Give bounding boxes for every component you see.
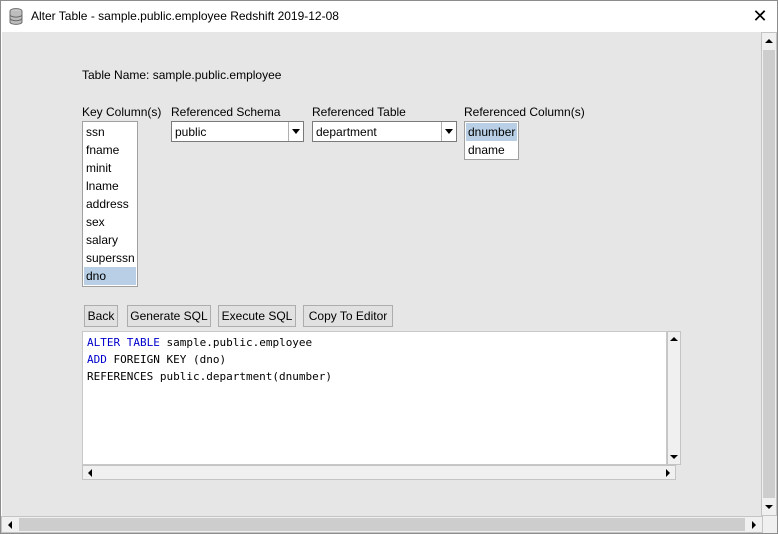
scroll-right-icon[interactable]	[746, 517, 762, 532]
referenced-table-label: Referenced Table	[312, 105, 406, 119]
referenced-columns-label: Referenced Column(s)	[464, 105, 585, 119]
scroll-up-icon[interactable]	[762, 33, 776, 49]
close-button[interactable]: ✕	[743, 1, 777, 32]
list-item[interactable]: fname	[84, 141, 136, 159]
list-item-selected[interactable]: dno	[84, 267, 136, 285]
alter-table-window: Alter Table - sample.public.employee Red…	[0, 0, 778, 534]
sql-line: ALTER TABLE sample.public.employee	[87, 334, 312, 351]
referenced-table-dropdown[interactable]: department	[312, 121, 457, 142]
list-item[interactable]: superssn	[84, 249, 136, 267]
window-vertical-scrollbar[interactable]	[761, 32, 777, 516]
dialog-content: Table Name: sample.public.employee Key C…	[2, 32, 762, 517]
window-title: Alter Table - sample.public.employee Red…	[31, 9, 339, 23]
sql-line: ADD FOREIGN KEY (dno)	[87, 351, 226, 368]
referenced-schema-dropdown[interactable]: public	[171, 121, 304, 142]
execute-sql-button[interactable]: Execute SQL	[218, 305, 296, 327]
scroll-left-icon[interactable]	[2, 517, 18, 532]
sql-line: REFERENCES public.department(dnumber)	[87, 370, 333, 383]
chevron-down-icon[interactable]	[441, 122, 456, 141]
key-columns-label: Key Column(s)	[82, 105, 162, 119]
table-name-label: Table Name: sample.public.employee	[82, 68, 282, 82]
scroll-left-icon[interactable]	[83, 466, 97, 479]
list-item[interactable]: dname	[466, 141, 517, 159]
sql-keyword: ADD	[87, 353, 107, 366]
referenced-schema-label: Referenced Schema	[171, 105, 281, 119]
database-icon	[9, 8, 23, 25]
list-item[interactable]: lname	[84, 177, 136, 195]
list-item[interactable]: address	[84, 195, 136, 213]
referenced-table-value: department	[316, 125, 377, 139]
scroll-down-icon[interactable]	[668, 450, 680, 464]
scroll-thumb[interactable]	[763, 50, 775, 498]
sql-keyword: ALTER TABLE	[87, 336, 160, 349]
copy-to-editor-button[interactable]: Copy To Editor	[303, 305, 393, 327]
title-bar: Alter Table - sample.public.employee Red…	[1, 1, 777, 32]
scroll-down-icon[interactable]	[762, 499, 776, 515]
chevron-down-icon[interactable]	[288, 122, 303, 141]
list-item[interactable]: sex	[84, 213, 136, 231]
list-item[interactable]: ssn	[84, 123, 136, 141]
scroll-track[interactable]	[97, 467, 661, 478]
editor-horizontal-scrollbar[interactable]	[82, 465, 676, 480]
window-horizontal-scrollbar[interactable]	[1, 516, 763, 533]
list-item-selected[interactable]: dnumber	[466, 123, 517, 141]
sql-text: sample.public.employee	[159, 336, 313, 349]
back-button[interactable]: Back	[84, 305, 118, 327]
generate-sql-button[interactable]: Generate SQL	[127, 305, 211, 327]
list-item[interactable]: salary	[84, 231, 136, 249]
scrollbar-corner	[763, 516, 777, 533]
sql-text: FOREIGN KEY (dno)	[106, 353, 227, 366]
list-item[interactable]: minit	[84, 159, 136, 177]
key-columns-list[interactable]: ssn fname minit lname address sex salary…	[82, 121, 138, 287]
scroll-thumb[interactable]	[19, 518, 745, 531]
editor-vertical-scrollbar[interactable]	[667, 331, 681, 465]
sql-text-area[interactable]: ALTER TABLE sample.public.employee ADD F…	[82, 331, 667, 465]
close-icon: ✕	[752, 6, 768, 26]
referenced-columns-list[interactable]: dnumber dname	[464, 121, 519, 160]
scroll-up-icon[interactable]	[668, 332, 680, 346]
referenced-schema-value: public	[175, 125, 207, 139]
scroll-right-icon[interactable]	[661, 466, 675, 479]
